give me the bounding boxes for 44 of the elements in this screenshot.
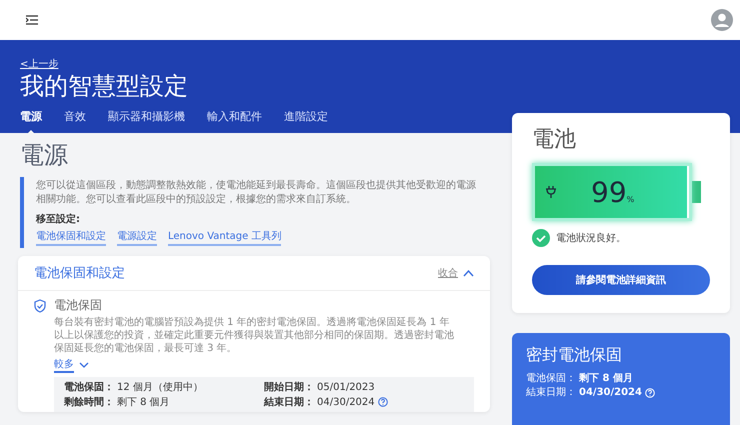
card-title: 電池保固和設定 xyxy=(34,265,126,282)
tab[interactable]: 輸入和配件 xyxy=(207,109,262,130)
item-title: 電池保固 xyxy=(54,297,102,314)
battery-title: 電池 xyxy=(532,127,577,153)
info-label: 剩餘時間： xyxy=(64,396,114,409)
help-icon[interactable] xyxy=(378,397,388,407)
check-circle-icon xyxy=(532,229,550,247)
plug-icon xyxy=(545,185,557,199)
tab[interactable]: 進階設定 xyxy=(284,109,328,130)
user-avatar-icon[interactable] xyxy=(711,9,733,31)
warranty-label: 電池保固： xyxy=(526,372,576,386)
percent-unit: % xyxy=(626,194,634,204)
tab[interactable]: 顯示器和攝影機 xyxy=(108,109,185,130)
menu-icon[interactable] xyxy=(26,15,38,25)
chevron-up-icon[interactable] xyxy=(463,270,474,276)
info-label: 開始日期： xyxy=(264,380,314,394)
jump-label: 移至設定: xyxy=(36,212,81,226)
shield-check-icon xyxy=(34,298,46,312)
warranty-title: 密封電池保固 xyxy=(526,345,623,366)
warranty-label: 結束日期： xyxy=(526,386,576,400)
more-link[interactable]: 較多 xyxy=(54,357,74,373)
chevron-down-icon[interactable] xyxy=(79,362,89,368)
section-title: 電源 xyxy=(20,141,69,169)
info-value: 12 個月（使用中） xyxy=(117,380,203,394)
battery-details-button[interactable]: 請參閱電池詳細資訊 xyxy=(532,265,710,295)
info-value: 05/01/2023 xyxy=(317,382,375,392)
jump-link[interactable]: 電源設定 xyxy=(117,229,157,246)
info-value: 04/30/2024 xyxy=(317,396,375,408)
collapse-link[interactable]: 收合 xyxy=(438,266,458,280)
info-value: 剩下 8 個月 xyxy=(117,396,170,409)
warranty-value: 04/30/2024 xyxy=(579,386,642,400)
page-title: 我的智慧型設定 xyxy=(20,71,189,101)
section-description: 您可以從這個區段，動態調整散熱效能，使電池能延到最長壽命。這個區段也提供其他受歡迎的電源相關功能。您可以查看此區段中的預設設定，根據您的需求來自訂系統。 xyxy=(36,179,477,207)
battery-terminal xyxy=(692,181,701,203)
battery-status: 電池狀況良好。 xyxy=(556,232,626,245)
battery-percent: 99 xyxy=(591,176,627,208)
jump-link[interactable]: 電池保固和設定 xyxy=(36,229,106,246)
back-link[interactable]: <上一步 xyxy=(20,57,58,71)
item-description: 每台裝有密封電池的電腦皆預設為提供 1 年的密封電池保固。透過將電池保固延長為 1 年以上以保護您的投資，並確定此重要元件獲得與裝置其他部分相同的保固期。透過密封電池保固延長您的電池保固，最長可達 3 年。 xyxy=(54,316,455,355)
info-label: 電池保固： xyxy=(64,380,114,394)
warranty-value: 剩下 8 個月 xyxy=(579,372,633,386)
jump-link[interactable]: Lenovo Vantage 工具列 xyxy=(168,229,282,246)
info-label: 結束日期： xyxy=(264,396,314,409)
tab[interactable]: 音效 xyxy=(64,109,86,130)
